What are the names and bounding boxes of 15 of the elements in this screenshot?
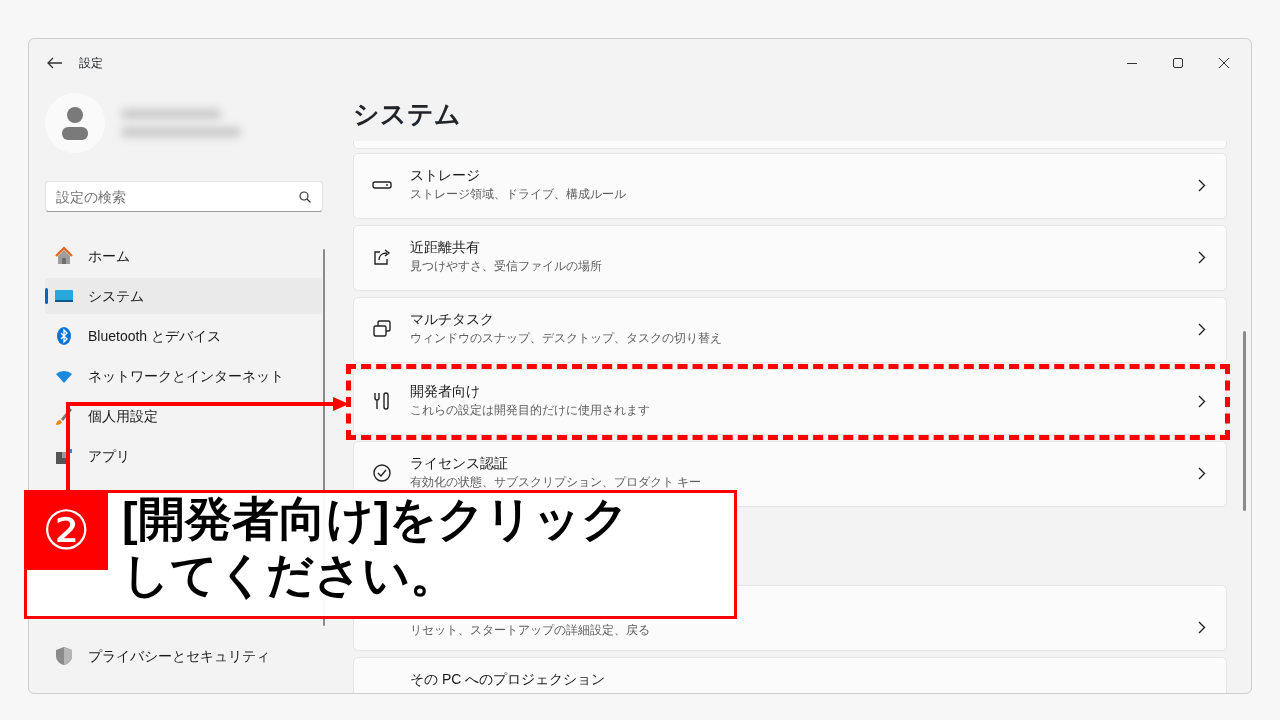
card-title: 近距離共有 xyxy=(410,239,481,257)
card-subtitle: ストレージ領域、ドライブ、構成ルール xyxy=(410,186,627,202)
card-subtitle: ウィンドウのスナップ、デスクトップ、タスクの切り替え xyxy=(410,330,723,346)
card-subtitle: 有効化の状態、サブスクリプション、プロダクト キー xyxy=(410,474,703,490)
window-title: 設定 xyxy=(79,55,103,72)
page-title: システム xyxy=(353,98,462,131)
card-title: ストレージ xyxy=(410,167,481,185)
card-subtitle: リセット、スタートアップの詳細設定、戻る xyxy=(410,623,651,638)
card-title: その PC へのプロジェクション xyxy=(410,671,607,689)
card-title: マルチタスク xyxy=(410,311,495,329)
step-number: ② xyxy=(24,490,108,570)
card-title: ライセンス認証 xyxy=(410,455,509,473)
card-subtitle: 見つけやすさ、受信ファイルの場所 xyxy=(410,258,603,274)
card-subtitle: これらの設定は開発目的だけに使用されます xyxy=(410,402,651,418)
card-title: 開発者向け xyxy=(410,383,481,401)
